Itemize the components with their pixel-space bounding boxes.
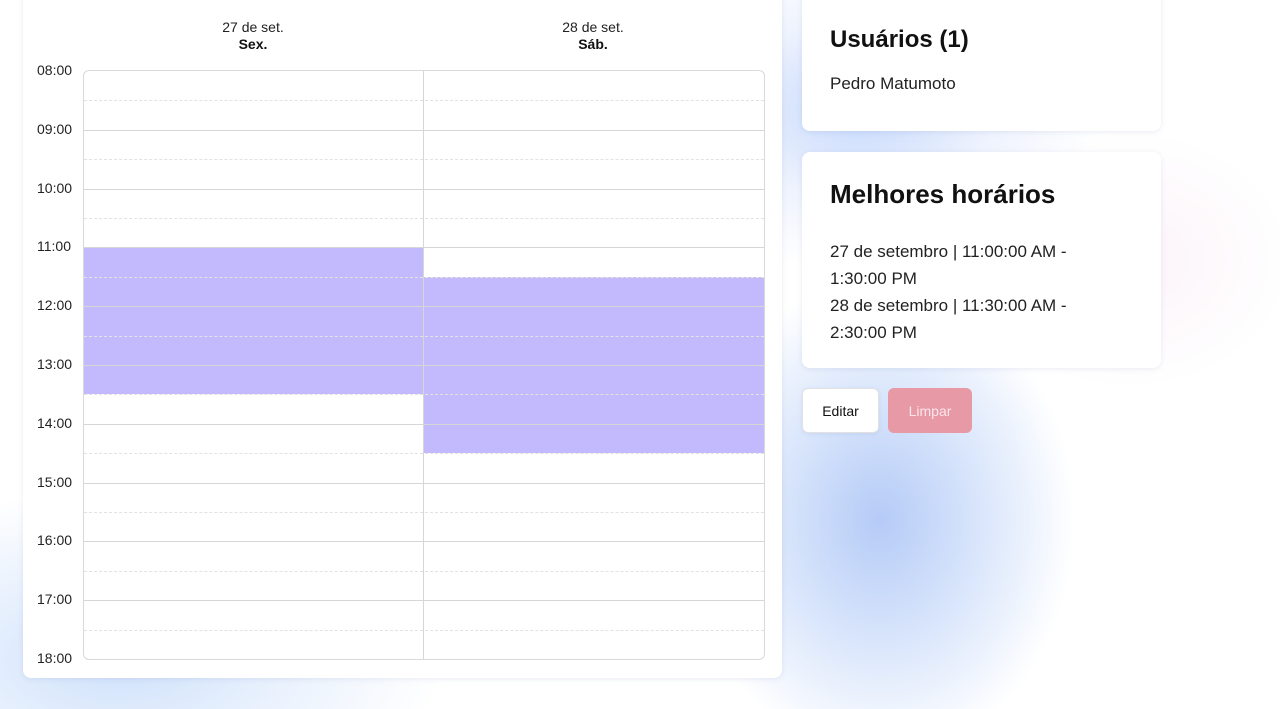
- time-slot[interactable]: [84, 218, 424, 247]
- time-label: 18:00: [37, 650, 73, 666]
- time-slot[interactable]: [84, 394, 424, 423]
- day-date: 27 de set.: [222, 19, 284, 35]
- time-slot[interactable]: [424, 630, 764, 659]
- time-slot[interactable]: [424, 130, 764, 159]
- time-slot[interactable]: [84, 600, 424, 629]
- time-label: 08:00: [37, 62, 73, 78]
- time-slot[interactable]: [424, 423, 764, 454]
- time-label: 14:00: [37, 414, 73, 431]
- time-slot[interactable]: [84, 247, 424, 277]
- time-label: 12:00: [37, 297, 73, 314]
- time-slot[interactable]: [424, 571, 764, 600]
- time-slot[interactable]: [84, 100, 424, 129]
- day-column-friday: [84, 71, 424, 659]
- time-slot[interactable]: [424, 247, 764, 276]
- time-slot[interactable]: [84, 512, 424, 541]
- time-slot[interactable]: [424, 159, 764, 188]
- clear-button[interactable]: Limpar: [888, 388, 972, 433]
- time-slot[interactable]: [424, 335, 764, 365]
- day-header-1: 27 de set. Sex.: [83, 19, 423, 53]
- time-slot[interactable]: [84, 71, 424, 100]
- time-slot[interactable]: [84, 571, 424, 600]
- users-title: Usuários (1): [830, 26, 969, 53]
- time-label: 16:00: [37, 532, 73, 549]
- time-slot[interactable]: [84, 130, 424, 159]
- time-slot[interactable]: [84, 424, 424, 453]
- availability-grid: [83, 70, 765, 660]
- time-slot[interactable]: [424, 483, 764, 512]
- time-slot[interactable]: [424, 71, 764, 100]
- best-times-title: Melhores horários: [830, 179, 1056, 209]
- day-header-2: 28 de set. Sáb.: [423, 19, 763, 53]
- user-item: Pedro Matumoto: [830, 74, 956, 93]
- time-slot[interactable]: [84, 453, 424, 482]
- best-times-card: Melhores horários 27 de setembro | 11:00…: [802, 152, 1161, 368]
- day-date: 28 de set.: [562, 19, 624, 35]
- time-slot[interactable]: [84, 276, 424, 307]
- time-slot[interactable]: [424, 276, 764, 307]
- time-slot[interactable]: [424, 306, 764, 336]
- best-times-list: 27 de setembro | 11:00:00 AM - 1:30:00 P…: [830, 238, 1120, 346]
- time-slot[interactable]: [84, 189, 424, 218]
- users-card: Usuários (1) Pedro Matumoto: [802, 0, 1161, 131]
- time-slot[interactable]: [84, 335, 424, 365]
- time-label: 15:00: [37, 473, 73, 490]
- time-slot[interactable]: [424, 218, 764, 247]
- time-slot[interactable]: [424, 512, 764, 541]
- time-slot[interactable]: [424, 100, 764, 129]
- calendar-card: 27 de set. Sex. 28 de set. Sáb. 08:00 09:…: [23, 0, 782, 678]
- time-label: 11:00: [37, 238, 71, 255]
- time-slot[interactable]: [84, 159, 424, 188]
- time-slot[interactable]: [424, 189, 764, 218]
- time-slot[interactable]: [424, 365, 764, 395]
- time-label: 17:00: [37, 591, 73, 608]
- best-time-item: 27 de setembro | 11:00:00 AM - 1:30:00 P…: [830, 242, 1067, 288]
- time-label: 09:00: [37, 120, 73, 137]
- best-time-item: 28 de setembro | 11:30:00 AM - 2:30:00 P…: [830, 296, 1067, 342]
- time-slot[interactable]: [84, 483, 424, 512]
- day-weekday: Sex.: [238, 36, 268, 52]
- time-slot[interactable]: [84, 630, 424, 659]
- time-slot[interactable]: [424, 394, 764, 424]
- time-label: 13:00: [37, 356, 73, 372]
- time-slot[interactable]: [84, 306, 424, 336]
- time-slot[interactable]: [84, 541, 424, 570]
- time-slot[interactable]: [424, 600, 764, 629]
- time-slot[interactable]: [424, 453, 764, 482]
- time-label: 10:00: [37, 179, 73, 196]
- day-column-saturday: [424, 71, 764, 659]
- time-slot[interactable]: [424, 541, 764, 570]
- edit-button[interactable]: Editar: [802, 388, 879, 433]
- time-slot[interactable]: [84, 365, 424, 395]
- day-weekday: Sáb.: [578, 36, 608, 52]
